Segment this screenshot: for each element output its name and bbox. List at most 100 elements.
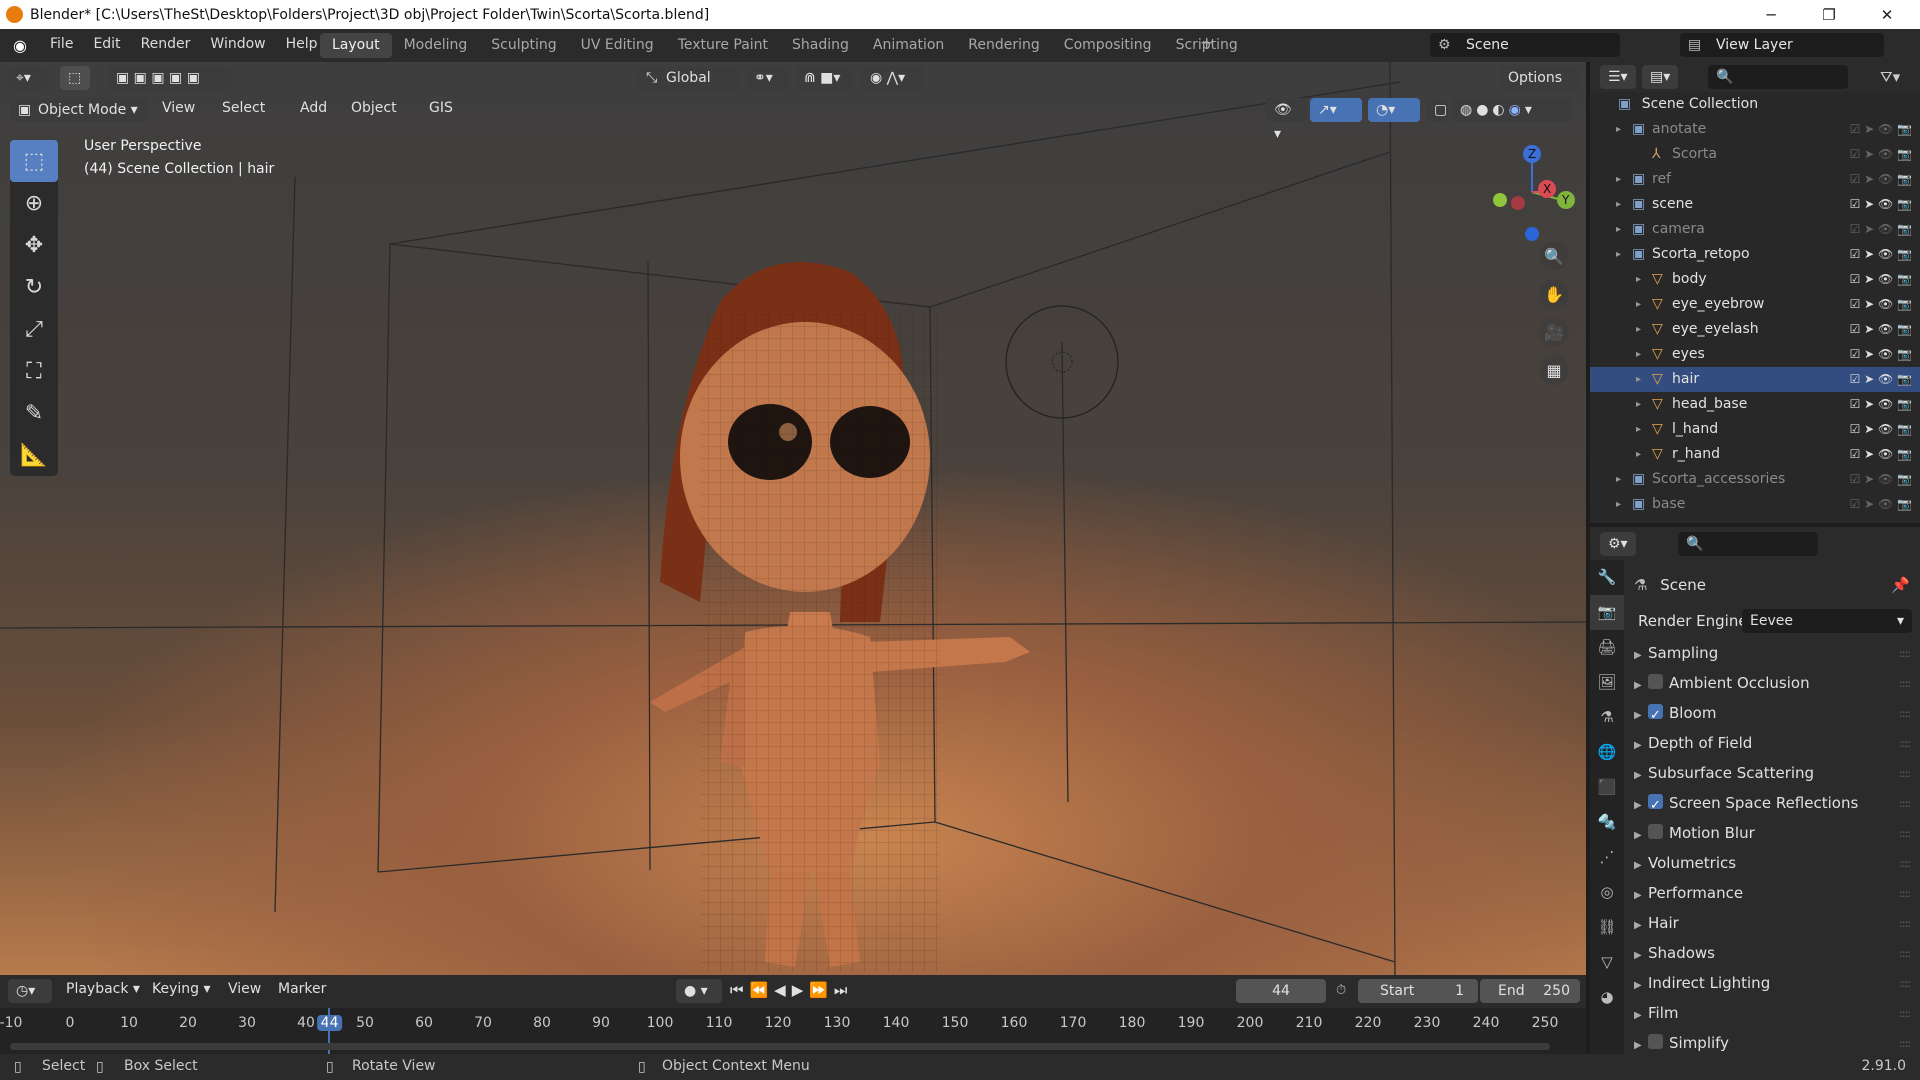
material-tab-icon[interactable]: ◕ (1590, 980, 1624, 1015)
panel-volumetrics[interactable]: ▶ Volumetrics:::: (1634, 849, 1918, 878)
timeline-editor[interactable]: ◷▾ Playback ▾ Keying ▾ View Marker ● ▾ ⏮⏪◀▶… (0, 975, 1586, 1063)
close-icon[interactable]: ✕ (1858, 0, 1916, 29)
world-tab-icon[interactable]: 🌐 (1590, 735, 1624, 770)
outliner-row-scene[interactable]: ▸ ▣ scene ☑ ➤ 👁 📷 (1590, 192, 1920, 217)
display-mode-icon[interactable]: ▤▾ (1642, 65, 1678, 89)
outliner-row-r-hand[interactable]: ▸ ▽ r_hand ☑ ➤ 👁 📷 (1590, 442, 1920, 467)
drag-handle-icon[interactable]: :::: (1899, 909, 1911, 938)
outliner-row-l-hand[interactable]: ▸ ▽ l_hand ☑ ➤ 👁 📷 (1590, 417, 1920, 442)
gizmo-toggle-icon[interactable]: ↗▾ (1310, 98, 1362, 122)
select-tool-icon[interactable]: ⬚ (60, 66, 90, 90)
select-box-icon[interactable]: ⬚ (10, 140, 58, 182)
viewport-menu-gis[interactable]: GIS (429, 100, 453, 116)
scene-tab-icon[interactable]: ⚗ (1590, 700, 1624, 735)
transform-orientation-dropdown[interactable]: ⤡ Global (638, 66, 738, 90)
outliner-row-ref[interactable]: ▸ ▣ ref ☑ ➤ 👁 📷 (1590, 167, 1920, 192)
outliner-row-base[interactable]: ▸ ▣ base ☑ ➤ 👁 📷 (1590, 492, 1920, 517)
panel-checkbox[interactable] (1648, 824, 1663, 839)
row-visibility-icons[interactable]: ☑ ➤ 👁 📷 (1850, 267, 1912, 292)
panel-expand-icon[interactable]: ▶ (1634, 761, 1648, 790)
outliner-row-eye-eyelash[interactable]: ▸ ▽ eye_eyelash ☑ ➤ 👁 📷 (1590, 317, 1920, 342)
timeline-menu-view[interactable]: View (228, 981, 261, 997)
render-tab-icon[interactable]: 📷 (1590, 595, 1624, 630)
panel-expand-icon[interactable]: ▶ (1634, 881, 1648, 910)
drag-handle-icon[interactable]: :::: (1899, 879, 1911, 908)
panel-performance[interactable]: ▶ Performance:::: (1634, 879, 1918, 908)
drag-handle-icon[interactable]: :::: (1899, 969, 1911, 998)
panel-hair[interactable]: ▶ Hair:::: (1634, 909, 1918, 938)
outliner[interactable]: ☰▾ ▤▾ 🔍 ⛛▾ ▣ Scene Collection ▸ ▣ anotate ☑… (1590, 62, 1920, 523)
panel-checkbox[interactable] (1648, 791, 1663, 820)
expand-icon[interactable]: ▸ (1636, 367, 1641, 392)
row-visibility-icons[interactable]: ☑ ➤ 👁 📷 (1850, 367, 1912, 392)
rotate-icon[interactable]: ↻ (10, 266, 58, 308)
xray-icon[interactable]: ▢ (1426, 98, 1448, 122)
view-layer-tab-icon[interactable]: 🖼 (1590, 665, 1624, 700)
panel-film[interactable]: ▶ Film:::: (1634, 999, 1918, 1028)
current-frame-field[interactable]: 44 (1236, 979, 1326, 1003)
drag-handle-icon[interactable]: :::: (1899, 699, 1911, 728)
panel-expand-icon[interactable]: ▶ (1634, 671, 1648, 700)
drag-handle-icon[interactable]: :::: (1899, 789, 1911, 818)
outliner-row-camera[interactable]: ▸ ▣ camera ☑ ➤ 👁 📷 (1590, 217, 1920, 242)
panel-checkbox[interactable] (1648, 1034, 1663, 1049)
drag-handle-icon[interactable]: :::: (1899, 999, 1911, 1028)
output-tab-icon[interactable]: 🖨 (1590, 630, 1624, 665)
expand-icon[interactable]: ▸ (1636, 417, 1641, 442)
outliner-search-input[interactable]: 🔍 (1708, 65, 1848, 89)
snap-icon[interactable]: ⋒ ■▾ (796, 66, 854, 90)
menu-edit[interactable]: Edit (83, 36, 130, 52)
row-visibility-icons[interactable]: ☑ ➤ 👁 📷 (1850, 217, 1912, 242)
viewport-menu-select[interactable]: Select (222, 100, 265, 116)
outliner-row-eye-eyebrow[interactable]: ▸ ▽ eye_eyebrow ☑ ➤ 👁 📷 (1590, 292, 1920, 317)
viewport-menu-add[interactable]: Add (300, 100, 327, 116)
tab-uv-editing[interactable]: UV Editing (569, 33, 666, 58)
cursor-icon[interactable]: ⊕ (10, 182, 58, 224)
add-workspace-icon[interactable]: + (1200, 33, 1213, 52)
outliner-row-scorta-accessories[interactable]: ▸ ▣ Scorta_accessories ☑ ➤ 👁 📷 (1590, 467, 1920, 492)
overlay-toggle-icon[interactable]: ◔▾ (1368, 98, 1420, 122)
minimize-icon[interactable]: ─ (1742, 0, 1800, 29)
expand-icon[interactable]: ▸ (1636, 392, 1641, 417)
timeline-scrollbar[interactable] (10, 1043, 1550, 1050)
data-tab-icon[interactable]: ▽ (1590, 945, 1624, 980)
panel-expand-icon[interactable]: ▶ (1634, 641, 1648, 670)
outliner-type-icon[interactable]: ☰▾ (1600, 65, 1636, 89)
timeline-editor-type-icon[interactable]: ◷▾ (8, 979, 52, 1003)
row-visibility-icons[interactable]: ☑ ➤ 👁 📷 (1850, 292, 1912, 317)
row-visibility-icons[interactable]: ☑ ➤ 👁 📷 (1850, 242, 1912, 267)
outliner-row-eyes[interactable]: ▸ ▽ eyes ☑ ➤ 👁 📷 (1590, 342, 1920, 367)
properties-type-icon[interactable]: ⚙▾ (1600, 532, 1636, 556)
timeline-menu-marker[interactable]: Marker (278, 981, 326, 997)
drag-handle-icon[interactable]: :::: (1899, 729, 1911, 758)
outliner-row-hair[interactable]: ▸ ▽ hair ☑ ➤ 👁 📷 (1590, 367, 1920, 392)
panel-expand-icon[interactable]: ▶ (1634, 821, 1648, 850)
start-frame-field[interactable]: Start 1 (1358, 979, 1478, 1003)
panel-expand-icon[interactable]: ▶ (1634, 971, 1648, 1000)
panel-expand-icon[interactable]: ▶ (1634, 731, 1648, 760)
panel-depth-of-field[interactable]: ▶ Depth of Field:::: (1634, 729, 1918, 758)
viewport-menu-view[interactable]: View (162, 100, 195, 116)
panel-expand-icon[interactable]: ▶ (1634, 911, 1648, 940)
scene-selector[interactable]: ⚙ Scene (1430, 33, 1620, 57)
properties-editor[interactable]: ⚙▾ 🔍 🔧 📷 🖨 🖼 ⚗ 🌐 ⬛ 🔩 ⋰ ◎ ⛓ ▽ ◕ ⚗ Scene 📌… (1590, 527, 1920, 1054)
row-visibility-icons[interactable]: ☑ ➤ 👁 📷 (1850, 167, 1912, 192)
expand-icon[interactable]: ▸ (1616, 217, 1621, 242)
timeline-menu-playback[interactable]: Playback ▾ (66, 981, 140, 997)
outliner-row-scorta-retopo[interactable]: ▸ ▣ Scorta_retopo ☑ ➤ 👁 📷 (1590, 242, 1920, 267)
panel-screen-space-reflections[interactable]: ▶ Screen Space Reflections:::: (1634, 789, 1918, 820)
panel-expand-icon[interactable]: ▶ (1634, 701, 1648, 730)
view-layer-selector[interactable]: ▤ View Layer (1680, 33, 1884, 57)
drag-handle-icon[interactable]: :::: (1899, 849, 1911, 878)
expand-icon[interactable]: ▸ (1636, 342, 1641, 367)
maximize-icon[interactable]: ❐ (1800, 0, 1858, 29)
row-visibility-icons[interactable]: ☑ ➤ 👁 📷 (1850, 392, 1912, 417)
row-visibility-icons[interactable]: ☑ ➤ 👁 📷 (1850, 342, 1912, 367)
menu-window[interactable]: Window (200, 36, 275, 52)
constraints-tab-icon[interactable]: ⛓ (1590, 910, 1624, 945)
proportional-edit-icon[interactable]: ◉ ⋀▾ (862, 66, 924, 90)
options-dropdown[interactable]: Options ▾ (1500, 66, 1578, 110)
expand-icon[interactable]: ▸ (1616, 117, 1621, 142)
panel-sampling[interactable]: ▶ Sampling:::: (1634, 639, 1918, 668)
panel-checkbox[interactable] (1648, 701, 1663, 730)
